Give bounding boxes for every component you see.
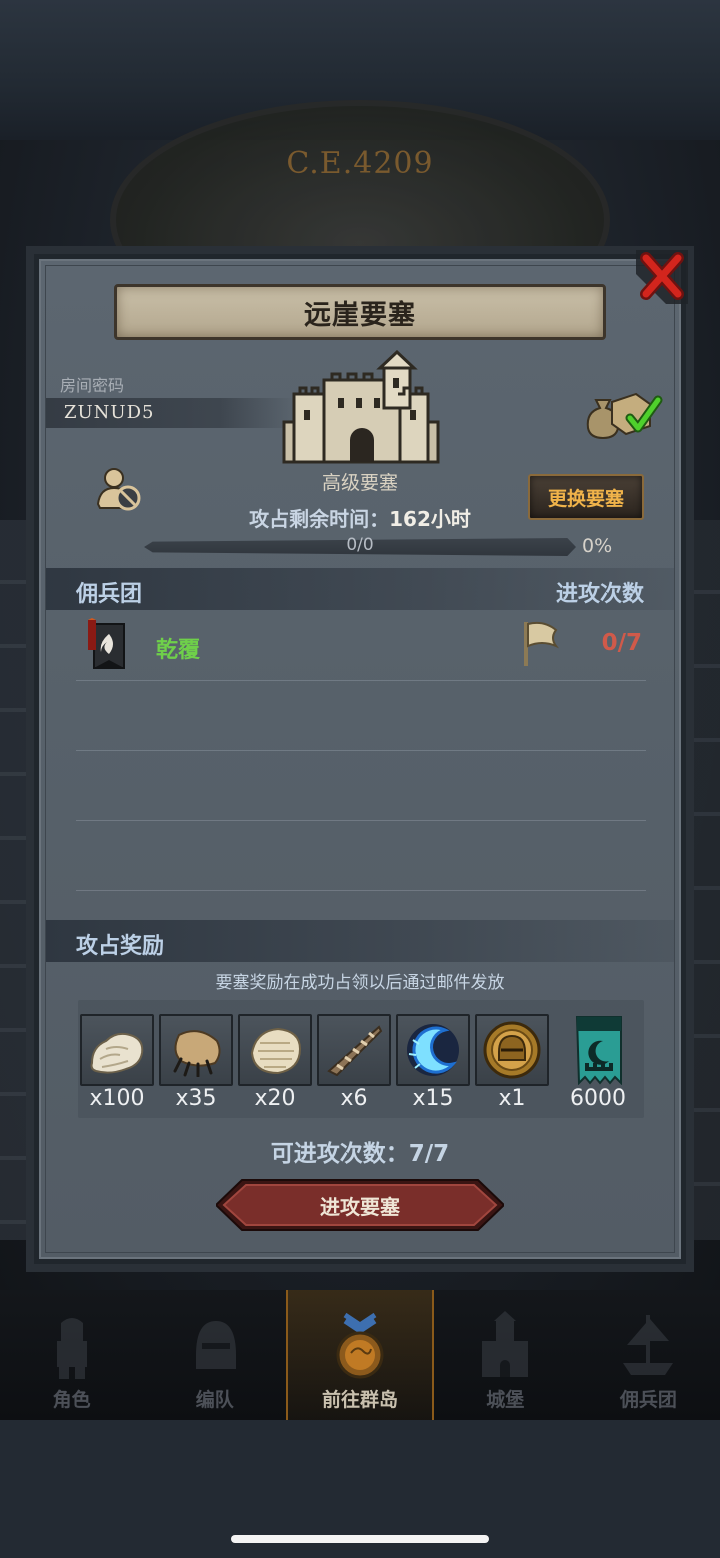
mercenary-attempts: 0/7	[601, 630, 642, 656]
nav-item-islands[interactable]: 前往群岛	[286, 1290, 434, 1420]
mercenary-row[interactable]: 乾覆 0/7	[76, 614, 646, 678]
nav-item-formation[interactable]: 编队	[143, 1290, 286, 1420]
dialog-title: 远崖要塞	[304, 299, 416, 331]
reward-section-title: 攻占奖励	[76, 934, 165, 959]
helmet-icon	[195, 1321, 236, 1369]
nav-item-mercenary[interactable]: 佣兵团	[577, 1290, 720, 1420]
compass-map-icon	[336, 1312, 384, 1379]
row-divider	[76, 890, 646, 891]
nav-label: 佣兵团	[619, 1389, 677, 1411]
reward-count: 6000	[570, 1086, 626, 1111]
change-fortress-button[interactable]: 更换要塞	[528, 474, 644, 520]
mercenary-section-title: 佣兵团	[76, 582, 143, 607]
reward-count: x20	[254, 1086, 296, 1111]
time-left-label: 攻占剩余时间：	[249, 507, 390, 531]
row-divider	[76, 750, 646, 751]
reward-item-beast-claw[interactable]	[159, 1014, 233, 1086]
bottom-nav: 角色 编队 前往群岛 城堡 佣兵团	[0, 1290, 720, 1420]
nav-label: 前往群岛	[322, 1389, 399, 1411]
row-divider	[76, 820, 646, 821]
reward-item-teal-banner[interactable]	[562, 1014, 636, 1086]
nav-item-character[interactable]: 角色	[0, 1290, 143, 1420]
ship-icon	[623, 1315, 674, 1375]
nav-label: 编队	[195, 1389, 234, 1411]
fur-pelt-icon	[250, 1027, 302, 1075]
nav-label: 角色	[52, 1389, 91, 1411]
era-label: C.E.4209	[286, 146, 434, 181]
reward-count: x100	[89, 1086, 145, 1111]
room-code-label: 房间密码	[60, 376, 125, 395]
spiral-horn-icon	[327, 1025, 383, 1077]
title-plaque: 远崖要塞	[114, 284, 606, 340]
change-fortress-label: 更换要塞	[547, 487, 624, 510]
reward-count: x15	[412, 1086, 454, 1111]
close-icon[interactable]	[636, 250, 688, 304]
blue-crescent-icon	[407, 1024, 459, 1076]
attack-fortress-button[interactable]	[216, 1178, 504, 1232]
white-fur-icon	[90, 1032, 144, 1074]
mercenary-name: 乾覆	[156, 638, 201, 663]
castle-icon	[482, 1311, 529, 1377]
reward-item-golden-helmet[interactable]	[475, 1014, 549, 1086]
no-player-icon[interactable]	[96, 464, 144, 512]
golden-helmet-icon	[483, 1021, 541, 1079]
attack-count-header: 进攻次数	[555, 582, 644, 607]
beast-claw-icon	[173, 1030, 221, 1077]
teal-banner-icon	[575, 1016, 622, 1085]
reward-item-white-fur[interactable]	[80, 1014, 154, 1086]
room-code-value[interactable]: ZUNUD5	[64, 402, 154, 423]
row-divider	[76, 680, 646, 681]
capture-progress-text: 0/0	[346, 535, 374, 555]
attack-flag-icon	[524, 621, 560, 666]
reward-count: x1	[498, 1086, 526, 1111]
reward-count: x35	[175, 1086, 217, 1111]
loot-bag-check-icon[interactable]	[584, 388, 664, 440]
nav-label: 城堡	[486, 1389, 525, 1411]
reward-note: 要塞奖励在成功占领以后通过邮件发放	[215, 973, 505, 993]
fortress-castle-icon	[282, 350, 440, 464]
reward-item-fur-pelt[interactable]	[238, 1014, 312, 1086]
left-scenery	[0, 520, 30, 1240]
right-scenery	[690, 520, 720, 1240]
mercenary-banner-icon	[88, 618, 125, 669]
reward-item-spiral-horn[interactable]	[317, 1014, 391, 1086]
reward-count: x6	[340, 1086, 368, 1111]
time-left-value: 162小时	[389, 507, 471, 531]
attacks-available: 可进攻次数：7/7	[270, 1141, 450, 1167]
knight-icon	[56, 1318, 87, 1379]
home-indicator[interactable]	[231, 1535, 489, 1543]
capture-progress-percent: 0%	[582, 535, 613, 557]
reward-item-blue-crescent[interactable]	[396, 1014, 470, 1086]
nav-item-castle[interactable]: 城堡	[434, 1290, 577, 1420]
